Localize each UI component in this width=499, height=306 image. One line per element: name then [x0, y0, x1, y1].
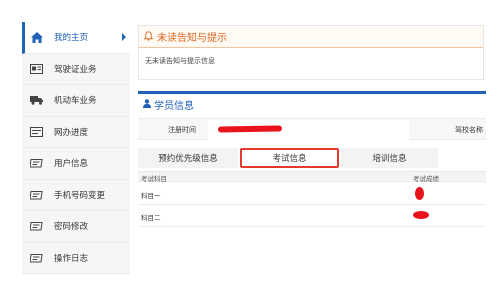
chevron-right-icon [122, 33, 126, 42]
sidebar-item-user-info[interactable]: 用户信息 [22, 148, 130, 180]
notice-header: 未读告知与提示 [139, 26, 483, 48]
registration-time-value [208, 120, 409, 140]
sidebar-item-label: 操作日志 [54, 252, 89, 263]
table-row: 科目二 [138, 205, 486, 227]
info-tabs: 预约优先级信息 考试信息 培训信息 [138, 148, 438, 168]
home-icon [30, 31, 43, 43]
redaction-mark [217, 125, 283, 133]
driving-school-label: 驾校名称 [455, 127, 483, 134]
redaction-mark [413, 211, 429, 219]
truck-icon [30, 95, 43, 106]
sidebar-item-label: 驾驶证业务 [54, 63, 97, 74]
notice-panel: 未读告知与提示 无未读告知与提示信息 [138, 25, 484, 80]
notice-message: 无未读告知与提示信息 [145, 58, 215, 65]
sidebar-item-label: 网办进度 [54, 126, 89, 137]
student-header: 学员信息 [138, 94, 486, 114]
exam-subject-cell: 科目二 [141, 215, 161, 222]
notice-title: 未读告知与提示 [157, 33, 227, 44]
sidebar-item-label: 机动车业务 [54, 95, 97, 106]
sidebar-nav: 我的主页 驾驶证业务 机动车业务 网办进度 用户信息 手机号码变更 密码修改 操… [22, 22, 130, 274]
table-header: 考试科目 考试成绩 [138, 171, 486, 183]
student-info-panel: 学员信息 注册时间 驾校名称 预约优先级信息 考试信息 培训信息 考试科目 考试… [138, 91, 486, 227]
password-card-icon [30, 221, 43, 232]
progress-card-icon [30, 126, 43, 137]
tab-training-info[interactable]: 培训信息 [341, 148, 438, 168]
tab-booking-priority[interactable]: 预约优先级信息 [138, 148, 238, 168]
phone-card-icon [30, 189, 43, 200]
student-title: 学员信息 [154, 100, 194, 112]
sidebar-item-log[interactable]: 操作日志 [22, 242, 130, 274]
exam-subject-cell: 科目一 [141, 193, 161, 200]
user-card-icon [30, 158, 43, 169]
sidebar-item-password[interactable]: 密码修改 [22, 211, 130, 243]
column-header-subject: 考试科目 [141, 176, 167, 183]
column-header-score: 考试成绩 [413, 176, 439, 183]
redaction-mark [415, 187, 424, 200]
sidebar-item-label: 我的主页 [54, 32, 89, 43]
license-card-icon [30, 63, 43, 74]
sidebar-item-vehicle[interactable]: 机动车业务 [22, 85, 130, 117]
sidebar-item-home[interactable]: 我的主页 [22, 22, 130, 54]
user-icon [143, 98, 151, 110]
sidebar-item-progress[interactable]: 网办进度 [22, 116, 130, 148]
sidebar-item-phone-change[interactable]: 手机号码变更 [22, 179, 130, 211]
registration-row: 注册时间 驾校名称 [138, 118, 486, 140]
sidebar-item-label: 用户信息 [54, 158, 89, 169]
table-row: 科目一 [138, 183, 486, 205]
registration-time-label: 注册时间 [168, 127, 196, 134]
sidebar-item-license[interactable]: 驾驶证业务 [22, 53, 130, 85]
bell-icon [143, 30, 154, 43]
tab-exam-info[interactable]: 考试信息 [240, 148, 339, 168]
log-card-icon [30, 252, 43, 263]
sidebar-item-label: 密码修改 [54, 221, 89, 232]
sidebar-item-label: 手机号码变更 [54, 189, 106, 200]
